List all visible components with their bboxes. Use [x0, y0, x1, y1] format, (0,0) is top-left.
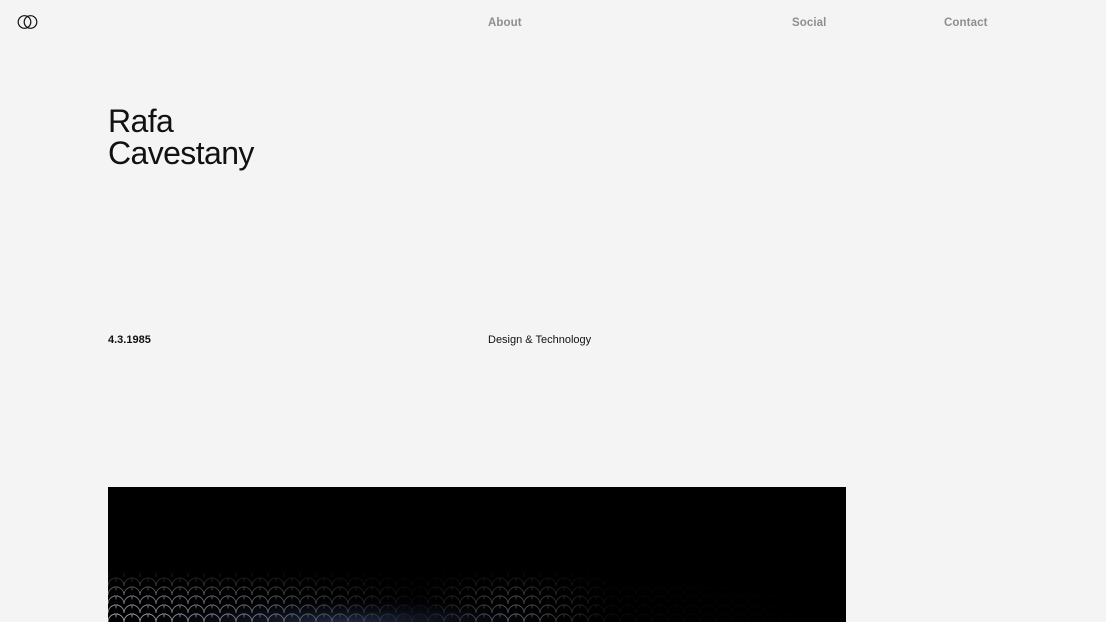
interlocking-circles-icon — [17, 15, 38, 29]
logo-icon[interactable] — [17, 14, 39, 30]
page: About Social Contact Rafa Cavestany 4.3.… — [0, 0, 1106, 622]
birthdate-text: 4.3.1985 — [108, 334, 151, 346]
nav-about-link[interactable]: About — [488, 17, 522, 29]
nav-social-link[interactable]: Social — [792, 17, 826, 29]
discipline-text: Design & Technology — [488, 334, 592, 346]
title-first-name: Rafa — [108, 103, 174, 139]
hero-image — [108, 487, 846, 622]
nav-contact-link[interactable]: Contact — [944, 17, 988, 29]
page-title: Rafa Cavestany — [108, 105, 254, 169]
scale-pattern-image — [108, 487, 846, 622]
title-last-name: Cavestany — [108, 135, 254, 171]
